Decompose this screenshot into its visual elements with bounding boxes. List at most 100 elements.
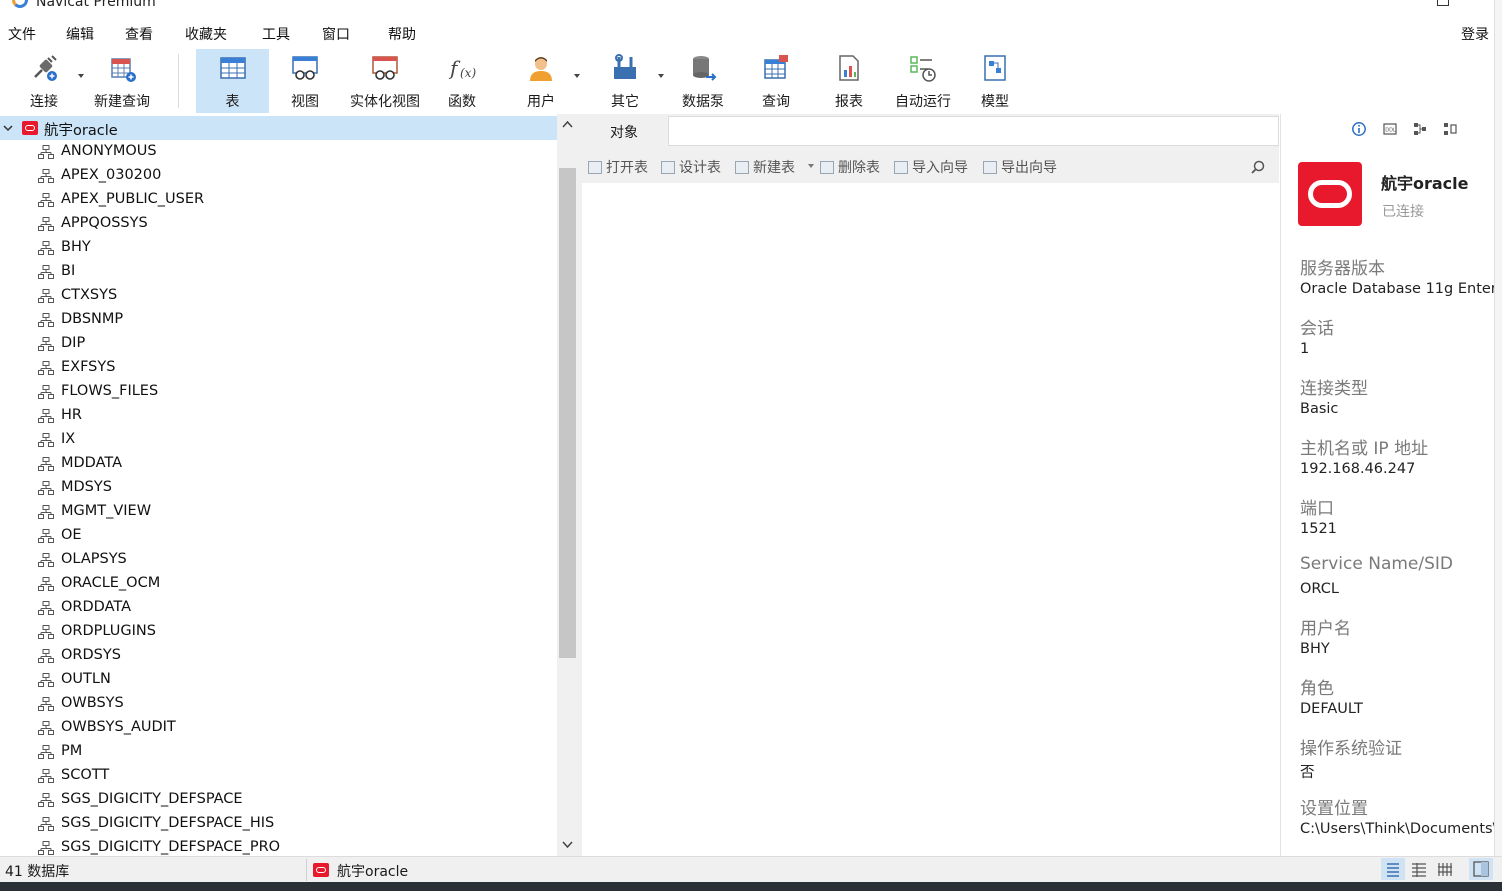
tree-schema-item[interactable]: MDDATA: [0, 452, 557, 476]
tree-schema-label: APEX_PUBLIC_USER: [61, 191, 205, 207]
menu-favorites[interactable]: 收藏夹: [185, 24, 227, 44]
tree-schema-item[interactable]: SCOTT: [0, 764, 557, 788]
tree-schema-item[interactable]: FLOWS_FILES: [0, 380, 557, 404]
right-edge-scrollbar[interactable]: [1494, 0, 1502, 860]
tree-schema-item[interactable]: BHY: [0, 236, 557, 260]
toolbar-function-button[interactable]: f (x) 函数: [433, 49, 491, 113]
tree-schema-item[interactable]: SGS_DIGICITY_DEFSPACE_HIS: [0, 812, 557, 836]
other-dropdown-arrow-icon[interactable]: [658, 74, 664, 78]
search-icon[interactable]: [1251, 160, 1265, 174]
new-table-button[interactable]: 新建表: [735, 157, 795, 177]
tree-schema-item[interactable]: MGMT_VIEW: [0, 500, 557, 524]
tree-scrollbar[interactable]: [557, 114, 579, 856]
function-icon: f (x): [448, 56, 476, 80]
tree-schema-item[interactable]: IX: [0, 428, 557, 452]
menu-view[interactable]: 查看: [125, 24, 153, 44]
delete-table-button[interactable]: 删除表: [820, 157, 880, 177]
tree-schema-item[interactable]: DIP: [0, 332, 557, 356]
preview-icon[interactable]: [1443, 122, 1457, 136]
design-table-button[interactable]: 设计表: [661, 157, 721, 177]
schema-icon: [38, 241, 54, 255]
tree-schema-label: MDSYS: [61, 479, 112, 495]
toolbar-view-button[interactable]: 视图: [275, 49, 335, 113]
tree-schema-item[interactable]: SGS_DIGICITY_DEFSPACE: [0, 788, 557, 812]
toolbar-new-query-button[interactable]: 新建查询: [88, 49, 156, 113]
login-button[interactable]: 登录: [1461, 24, 1489, 44]
tree-schema-item[interactable]: DBSNMP: [0, 308, 557, 332]
info-pane-toggle-icon[interactable]: [1469, 858, 1493, 880]
menu-tools[interactable]: 工具: [262, 24, 290, 44]
info-field-label: Service Name/SID: [1300, 554, 1454, 574]
connect-dropdown-arrow-icon[interactable]: [78, 74, 84, 78]
toolbar-materialized-view-button[interactable]: 实体化视图: [343, 49, 427, 113]
tree-schema-item[interactable]: APEX_030200: [0, 164, 557, 188]
main-toolbar: 连接 新建查询 表 视图 实体化视图 f (x) 函数 用户 其它 数据泵 查询…: [0, 48, 1502, 114]
scroll-down-icon[interactable]: [562, 841, 573, 849]
tree-schema-label: PM: [61, 743, 83, 759]
tree-scrollbar-thumb[interactable]: [559, 168, 576, 658]
materialized-view-icon: [372, 56, 398, 80]
chevron-down-icon[interactable]: [3, 123, 13, 133]
grid-view-icon[interactable]: [1433, 858, 1457, 880]
tree-schema-label: DBSNMP: [61, 311, 124, 327]
tree-schema-item[interactable]: MDSYS: [0, 476, 557, 500]
schema-icon: [38, 649, 54, 663]
tree-schema-item[interactable]: HR: [0, 404, 557, 428]
tree-schema-item[interactable]: OUTLN: [0, 668, 557, 692]
ddl-icon[interactable]: DDL: [1383, 122, 1397, 136]
export-wizard-button[interactable]: 导出向导: [983, 157, 1057, 177]
scroll-up-icon[interactable]: [562, 120, 573, 128]
new-table-dropdown-arrow-icon[interactable]: [808, 164, 814, 168]
tree-schema-item[interactable]: APEX_PUBLIC_USER: [0, 188, 557, 212]
tree-schema-item[interactable]: ORDDATA: [0, 596, 557, 620]
toolbar-connect-button[interactable]: 连接: [10, 49, 78, 113]
tree-schema-item[interactable]: OE: [0, 524, 557, 548]
tree-schema-item[interactable]: ORACLE_OCM: [0, 572, 557, 596]
tree-schema-item[interactable]: CTXSYS: [0, 284, 557, 308]
toolbar-user-label: 用户: [527, 94, 555, 110]
schema-icon: [38, 553, 54, 567]
info-field-value: 否: [1300, 765, 1315, 781]
list-view-icon[interactable]: [1381, 858, 1405, 880]
tree-connection-node[interactable]: 航宇oracle: [0, 116, 557, 140]
menu-help[interactable]: 帮助: [388, 24, 416, 44]
tree-schema-item[interactable]: OWBSYS_AUDIT: [0, 716, 557, 740]
tree-schema-item[interactable]: ORDPLUGINS: [0, 620, 557, 644]
dependency-icon[interactable]: [1413, 122, 1427, 136]
user-dropdown-arrow-icon[interactable]: [574, 74, 580, 78]
toolbar-model-button[interactable]: 模型: [968, 49, 1022, 113]
tree-schema-item[interactable]: OWBSYS: [0, 692, 557, 716]
toolbar-other-button[interactable]: 其它: [596, 49, 654, 113]
menu-bar: 文件 编辑 查看 收藏夹 工具 窗口 帮助 登录: [0, 18, 1502, 48]
schema-icon: [38, 697, 54, 711]
toolbar-automation-button[interactable]: 自动运行: [890, 49, 956, 113]
toolbar-table-button[interactable]: 表: [196, 49, 269, 113]
open-table-button[interactable]: 打开表: [588, 157, 648, 177]
object-list-area[interactable]: [582, 183, 1279, 856]
toolbar-query-button[interactable]: 查询: [748, 49, 804, 113]
toolbar-report-button[interactable]: 报表: [822, 49, 876, 113]
tree-schema-item[interactable]: SGS_DIGICITY_DEFSPACE_PRO: [0, 836, 557, 856]
new-table-label: 新建表: [753, 160, 795, 176]
detail-view-icon[interactable]: [1407, 858, 1431, 880]
tree-schema-item[interactable]: BI: [0, 260, 557, 284]
tree-schema-item[interactable]: PM: [0, 740, 557, 764]
menu-edit[interactable]: 编辑: [66, 24, 94, 44]
tab-objects-label: 对象: [610, 125, 638, 141]
tree-schema-item[interactable]: OLAPSYS: [0, 548, 557, 572]
menu-file[interactable]: 文件: [8, 24, 36, 44]
import-wizard-button[interactable]: 导入向导: [894, 157, 968, 177]
info-icon[interactable]: [1352, 122, 1366, 136]
tree-schema-item[interactable]: ANONYMOUS: [0, 140, 557, 164]
tree-schema-item[interactable]: APPQOSSYS: [0, 212, 557, 236]
schema-icon: [38, 601, 54, 615]
tab-objects[interactable]: 对象: [582, 114, 668, 147]
oracle-logo-icon: [313, 863, 329, 877]
toolbar-user-button[interactable]: 用户: [511, 49, 571, 113]
maximize-icon[interactable]: [1437, 0, 1449, 6]
tree-schema-item[interactable]: ORDSYS: [0, 644, 557, 668]
menu-window[interactable]: 窗口: [322, 24, 350, 44]
tree-schema-label: SGS_DIGICITY_DEFSPACE_PRO: [61, 839, 281, 855]
tree-schema-item[interactable]: EXFSYS: [0, 356, 557, 380]
toolbar-data-pump-button[interactable]: 数据泵: [674, 49, 732, 113]
